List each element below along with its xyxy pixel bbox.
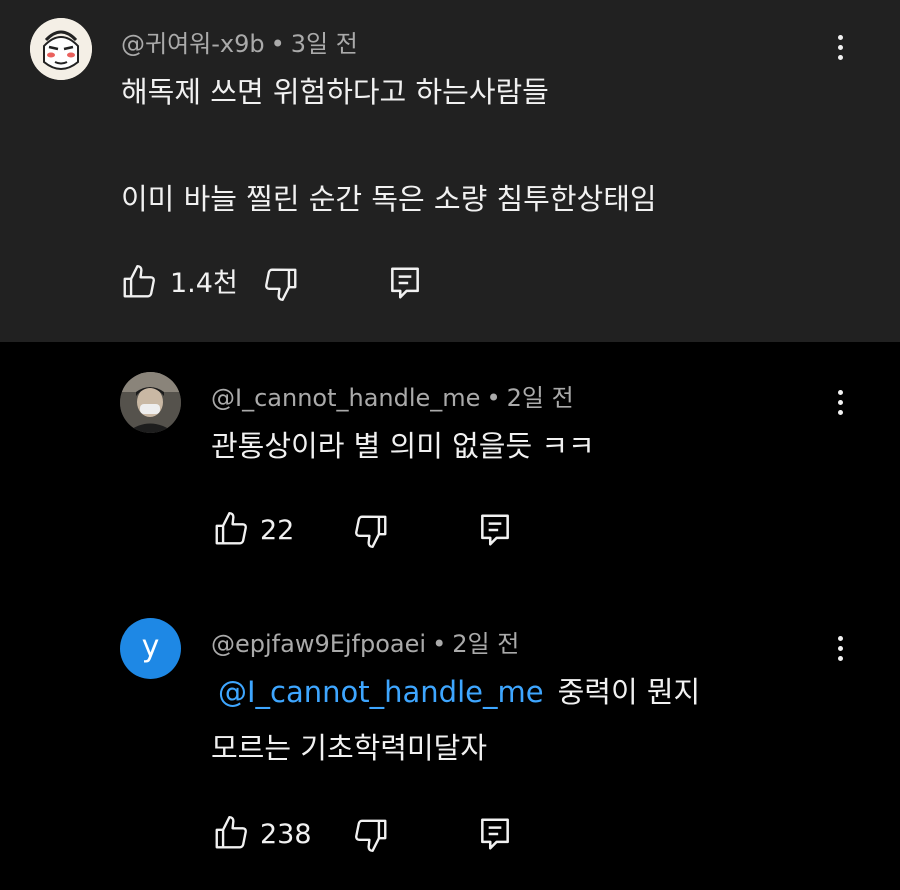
mention-link[interactable]: @I_cannot_handle_me — [218, 675, 544, 709]
comment-actions: 1.4천 — [120, 263, 440, 303]
reply-icon[interactable] — [476, 815, 514, 853]
comment-actions: 22 — [212, 510, 532, 550]
like-icon[interactable] — [212, 814, 250, 852]
like-count: 1.4천 — [170, 268, 238, 299]
avatar-letter: y — [141, 628, 160, 664]
like-icon[interactable] — [120, 263, 158, 301]
like-count: 22 — [260, 515, 295, 546]
comment-highlighted: @귀여워-x9b • 3일 전 해독제 쓰면 위험하다고 하는사람들 이미 바늘 찔… — [0, 0, 900, 342]
comment-meta: @epjfaw9Ejfpoaei • 2일 전 — [211, 624, 519, 659]
separator-dot: • — [270, 30, 285, 58]
author-handle[interactable]: @귀여워-x9b — [121, 30, 265, 58]
dislike-icon[interactable] — [352, 816, 390, 854]
more-options-icon[interactable] — [820, 628, 860, 668]
comment-text-fragment: 중력이 뭔지 — [557, 675, 701, 709]
user-photo-icon — [120, 372, 181, 433]
avatar[interactable]: y — [120, 618, 181, 679]
timestamp[interactable]: 3일 전 — [291, 30, 358, 58]
comment-text-line: 모르는 기초학력미달자 — [211, 731, 488, 765]
like-icon[interactable] — [212, 510, 250, 548]
reply-icon[interactable] — [476, 511, 514, 549]
more-options-icon[interactable] — [820, 27, 860, 67]
timestamp[interactable]: 2일 전 — [452, 630, 519, 658]
author-handle[interactable]: @I_cannot_handle_me — [211, 384, 480, 412]
comment-text-line: 해독제 쓰면 위험하다고 하는사람들 — [121, 75, 549, 109]
comment-text-line: @I_cannot_handle_me 중력이 뭔지 — [218, 678, 700, 707]
avatar[interactable] — [120, 372, 181, 433]
comment-text-line: 관통상이라 별 의미 없을듯 ㅋㅋ — [211, 429, 595, 463]
comment-text-line: 이미 바늘 찔린 순간 독은 소량 침투한상태임 — [121, 182, 657, 216]
author-handle[interactable]: @epjfaw9Ejfpoaei — [211, 630, 426, 658]
separator-dot: • — [486, 384, 501, 412]
dislike-icon[interactable] — [262, 265, 300, 303]
separator-dot: • — [432, 630, 447, 658]
meme-face-icon — [30, 18, 92, 80]
comment-meta: @귀여워-x9b • 3일 전 — [121, 24, 358, 59]
reply-icon[interactable] — [386, 264, 424, 302]
comment-reply: @I_cannot_handle_me • 2일 전 관통상이라 별 의미 없을듯 … — [0, 342, 900, 600]
like-count: 238 — [260, 819, 312, 850]
timestamp[interactable]: 2일 전 — [507, 384, 574, 412]
more-options-icon[interactable] — [820, 382, 860, 422]
comment-meta: @I_cannot_handle_me • 2일 전 — [211, 378, 574, 413]
dislike-icon[interactable] — [352, 512, 390, 550]
avatar[interactable] — [30, 18, 92, 80]
comment-reply: y @epjfaw9Ejfpoaei • 2일 전 @I_cannot_handle… — [0, 600, 900, 890]
comment-actions: 238 — [212, 814, 532, 854]
